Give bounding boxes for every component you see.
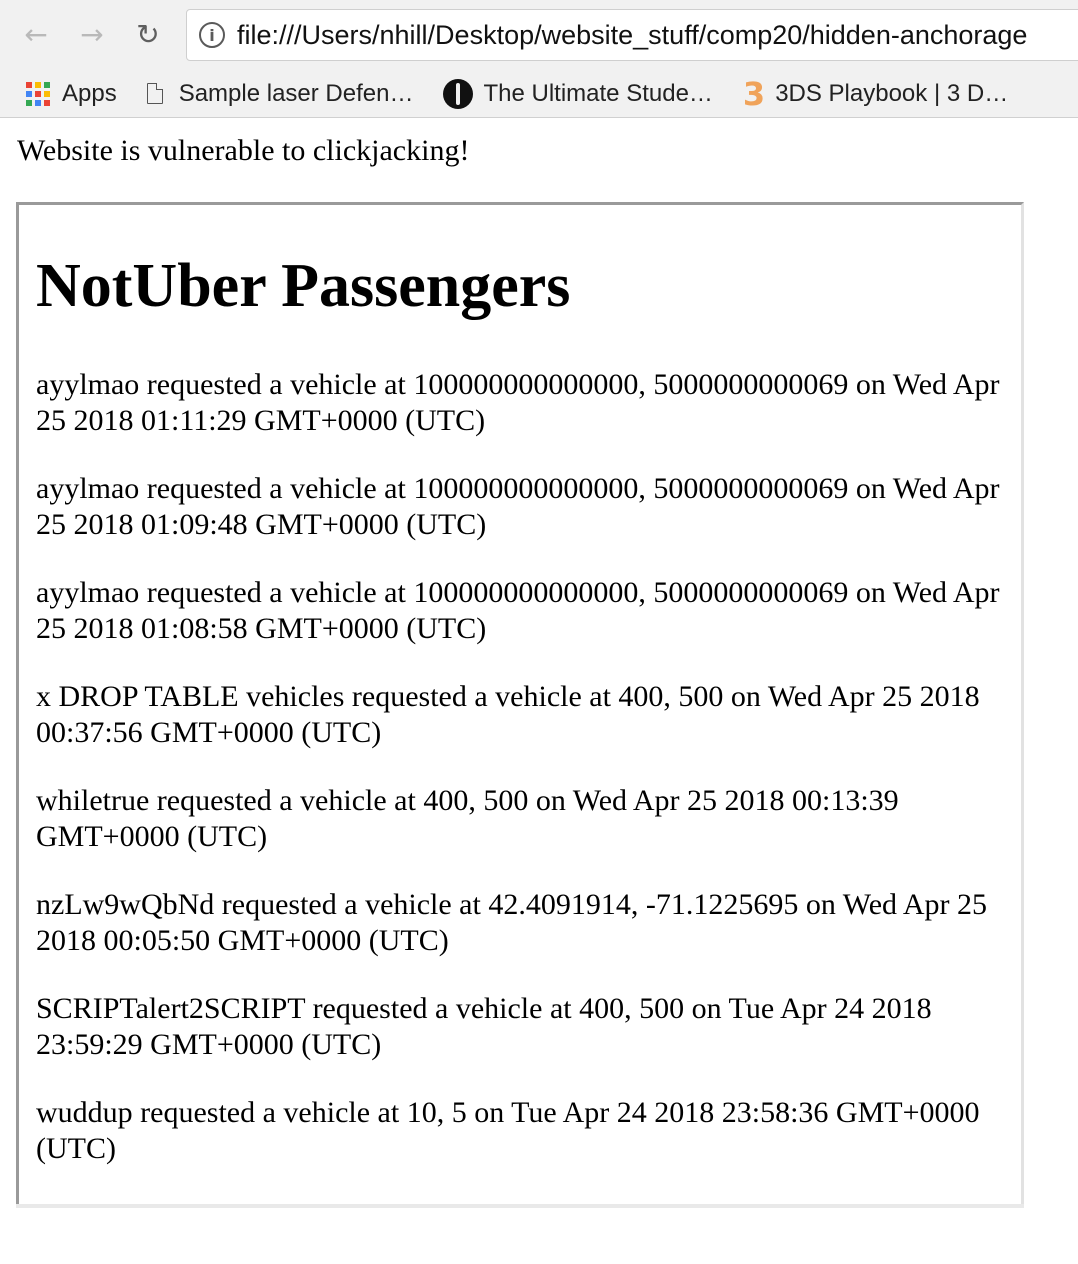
apps-grid-dot (44, 99, 50, 106)
back-arrow-icon[interactable]: ← (16, 14, 56, 54)
bookmark-label: The Ultimate Stude… (483, 79, 713, 107)
apps-grid-icon (26, 81, 50, 106)
passenger-entry: ayylmao requested a vehicle at 100000000… (36, 576, 1000, 645)
apps-grid-dot (35, 90, 41, 97)
apps-grid-dot (26, 90, 32, 97)
apps-grid-dot (26, 81, 32, 88)
bookmark-label: Sample laser Defen… (178, 79, 414, 107)
bookmark-label: Apps (62, 79, 117, 107)
apps-grid-dot (35, 81, 41, 88)
passenger-entry: whiletrue requested a vehicle at 400, 50… (36, 784, 899, 853)
document-icon (146, 82, 164, 104)
disc-icon (443, 78, 474, 109)
address-bar[interactable]: i file:///Users/nhill/Desktop/website_st… (186, 9, 1078, 61)
passenger-entry: wuddup requested a vehicle at 10, 5 on T… (36, 1096, 980, 1165)
passenger-entry: x DROP TABLE vehicles requested a vehicl… (36, 680, 980, 749)
passenger-entry: ayylmao requested a vehicle at 100000000… (36, 472, 1000, 541)
forward-arrow-icon[interactable]: → (72, 14, 112, 54)
info-icon[interactable]: i (199, 22, 225, 48)
url-text[interactable]: file:///Users/nhill/Desktop/website_stuf… (237, 20, 1027, 51)
passenger-list: ayylmao requested a vehicle at 100000000… (36, 367, 1004, 1208)
bookmark-3ds-playbook[interactable]: 3 3DS Playbook | 3 D… (743, 78, 1008, 110)
apps-grid-dot (44, 81, 50, 88)
passenger-entry: nzLw9wQbNd requested a vehicle at 42.409… (36, 888, 988, 957)
passenger-entry: SCRIPTalert2SCRIPT requested a vehicle a… (36, 992, 932, 1061)
bookmark-ultimate-student[interactable]: The Ultimate Stude… (443, 78, 713, 109)
page-title: NotUber Passengers (36, 252, 571, 320)
iframe-scrollbar-edge (16, 1204, 1024, 1208)
passenger-entry: ayylmao requested a vehicle at 100000000… (36, 368, 1000, 437)
embedded-iframe[interactable]: NotUber Passengers ayylmao requested a v… (16, 202, 1024, 1208)
bookmark-sample-laser[interactable]: Sample laser Defen… (146, 79, 414, 108)
apps-grid-dot (26, 99, 32, 106)
browser-toolbar: ← → ↻ i file:///Users/nhill/Desktop/webs… (0, 0, 1078, 70)
three-logo-icon: 3 (742, 74, 766, 113)
apps-grid-dot (44, 90, 50, 97)
apps-grid-dot (35, 99, 41, 106)
bookmarks-bar: Apps Sample laser Defen… The Ultimate St… (0, 70, 1078, 118)
bookmark-apps[interactable]: Apps (26, 80, 117, 108)
reload-icon[interactable]: ↻ (128, 14, 168, 54)
clickjacking-notice: Website is vulnerable to clickjacking! (17, 134, 470, 167)
bookmark-label: 3DS Playbook | 3 D… (775, 79, 1009, 107)
